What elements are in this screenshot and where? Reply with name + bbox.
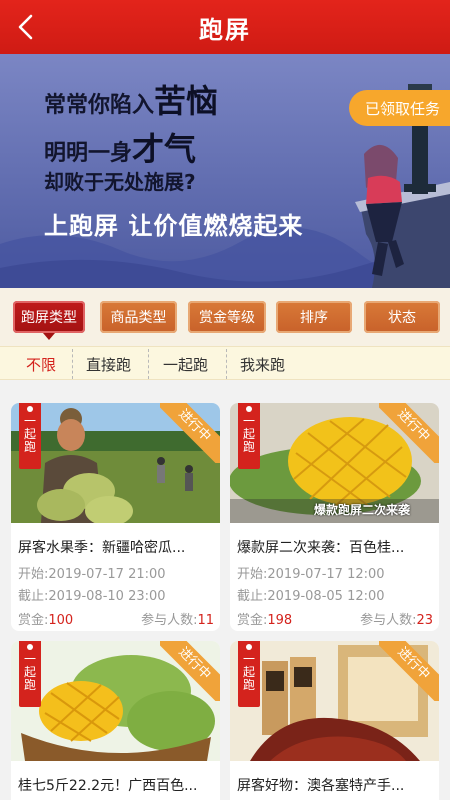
filter-run-type[interactable]: 跑屏类型: [13, 301, 85, 340]
filter-bounty-level[interactable]: 赏金等级: [188, 301, 266, 333]
end-time: 截止:2019-08-10 23:00: [18, 589, 166, 604]
participants: 参与人数:23: [360, 613, 433, 628]
card-title: 屏客水果季：新疆哈密瓜...: [18, 540, 186, 556]
task-card[interactable]: 一起跑 进行中 屏客水果季：新疆哈密瓜... 开始:2019-07-17 21:…: [11, 403, 220, 631]
start-time: 开始:2019-07-17 21:00: [18, 567, 166, 582]
option-run-together[interactable]: 一起跑: [163, 347, 208, 381]
task-card[interactable]: 一起跑 进行中 桂七5斤22.2元！广西百色...: [11, 641, 220, 800]
banner-line-2: 明明一身才气: [44, 130, 197, 168]
bounty: 赏金:198: [237, 613, 293, 628]
option-direct-run[interactable]: 直接跑: [86, 347, 131, 381]
task-card[interactable]: 爆款跑屏二次来袭 一起跑 进行中 爆款屏二次来袭：百色桂... 开始:2019-…: [230, 403, 439, 631]
status-ribbon: 进行中: [160, 403, 220, 463]
page-title: 跑屏: [199, 14, 251, 44]
divider: [72, 349, 73, 379]
card-title: 屏客好物：澳各塞特产手...: [237, 778, 405, 794]
divider: [226, 349, 227, 379]
claimed-tasks-button[interactable]: 已领取任务: [349, 90, 450, 126]
filter-sort[interactable]: 排序: [276, 301, 352, 333]
status-ribbon: 进行中: [379, 641, 439, 701]
filter-status[interactable]: 状态: [364, 301, 440, 333]
run-type-options: 不限 直接跑 一起跑 我来跑: [0, 346, 450, 380]
card-footer: 赏金:198 参与人数:23: [237, 609, 433, 628]
divider: [148, 349, 149, 379]
back-arrow-icon[interactable]: [14, 12, 38, 42]
banner-line-3: 却败于无处施展?: [44, 170, 196, 194]
top-nav-bar: 跑屏: [0, 0, 450, 54]
promo-banner[interactable]: 常常你陷入苦恼 明明一身才气 却败于无处施展? 上跑屏 让价值燃烧起来 已领取任…: [0, 54, 450, 288]
banner-line-1: 常常你陷入苦恼: [44, 82, 219, 120]
filter-bar: 跑屏类型 商品类型 赏金等级 排序 状态: [0, 288, 450, 346]
image-caption: 爆款跑屏二次来袭: [314, 503, 411, 517]
bounty: 赏金:100: [18, 613, 74, 628]
run-type-tag: 一起跑: [19, 403, 41, 469]
card-footer: 赏金:100 参与人数:11: [18, 609, 214, 628]
run-type-tag: 一起跑: [238, 641, 260, 707]
run-type-tag: 一起跑: [238, 403, 260, 469]
end-time: 截止:2019-08-05 12:00: [237, 589, 385, 604]
option-unlimited[interactable]: 不限: [26, 347, 56, 381]
filter-product-type[interactable]: 商品类型: [100, 301, 177, 333]
card-title: 桂七5斤22.2元！广西百色...: [18, 778, 198, 794]
banner-slogan: 上跑屏 让价值燃烧起来: [44, 212, 304, 240]
card-title: 爆款屏二次来袭：百色桂...: [237, 540, 405, 556]
status-ribbon: 进行中: [160, 641, 220, 701]
status-ribbon: 进行中: [379, 403, 439, 463]
participants: 参与人数:11: [141, 613, 214, 628]
option-i-run[interactable]: 我来跑: [240, 347, 285, 381]
start-time: 开始:2019-07-17 12:00: [237, 567, 385, 582]
run-type-tag: 一起跑: [19, 641, 41, 707]
task-card[interactable]: 一起跑 进行中 屏客好物：澳各塞特产手...: [230, 641, 439, 800]
